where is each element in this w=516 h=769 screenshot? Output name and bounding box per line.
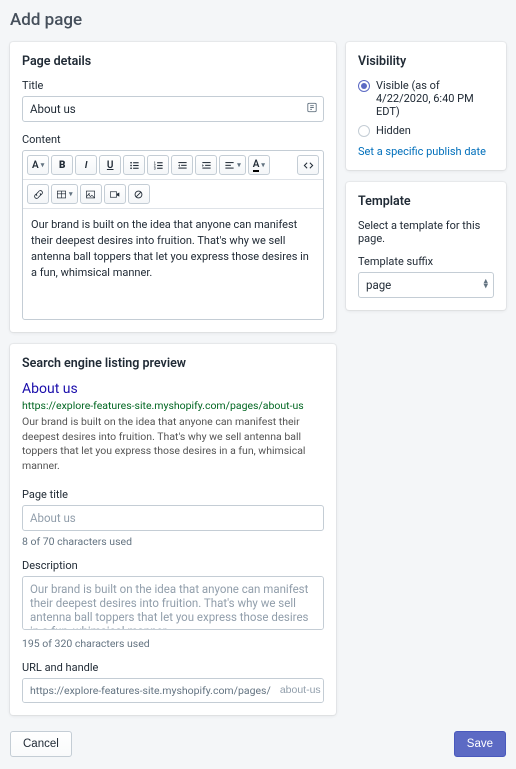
card-page-details: Page details Title Content A▾ B I U <box>10 42 336 332</box>
content-label: Content <box>22 133 324 146</box>
rte-clear-button[interactable] <box>128 184 150 204</box>
rte-image-button[interactable] <box>80 184 102 204</box>
rich-text-editor: A▾ B I U 123 ▾ A▾ ▾ <box>22 150 324 320</box>
template-heading: Template <box>358 194 494 209</box>
seo-page-title-label: Page title <box>22 488 324 501</box>
rte-link-button[interactable] <box>27 184 49 204</box>
seo-url-prefix: https://explore-features-site.myshopify.… <box>23 679 278 702</box>
publish-date-link[interactable]: Set a specific publish date <box>358 145 494 158</box>
rte-italic-button[interactable]: I <box>75 155 97 175</box>
rte-bold-button[interactable]: B <box>51 155 73 175</box>
rte-color-dropdown[interactable]: A▾ <box>248 155 270 175</box>
seo-page-title-help: 8 of 70 characters used <box>22 535 324 548</box>
dynamic-source-icon[interactable] <box>306 102 318 117</box>
seo-heading: Search engine listing preview <box>22 356 324 371</box>
cancel-button[interactable]: Cancel <box>10 731 72 757</box>
rte-video-button[interactable] <box>104 184 126 204</box>
card-template: Template Select a template for this page… <box>346 182 506 310</box>
card-visibility: Visibility Visible (as of 4/22/2020, 6:4… <box>346 42 506 170</box>
seo-preview-url: https://explore-features-site.myshopify.… <box>22 399 324 412</box>
rte-bullet-list-button[interactable] <box>123 155 145 175</box>
rte-html-button[interactable] <box>297 155 319 175</box>
seo-url-label: URL and handle <box>22 661 324 674</box>
seo-description-help: 195 of 320 characters used <box>22 637 324 650</box>
visibility-heading: Visibility <box>358 54 494 69</box>
visibility-option-hidden[interactable]: Hidden <box>358 124 494 137</box>
seo-url-input[interactable]: https://explore-features-site.myshopify.… <box>22 678 324 703</box>
save-button[interactable]: Save <box>454 731 506 757</box>
seo-url-handle-input[interactable] <box>278 679 324 702</box>
page-heading: Add page <box>10 10 506 30</box>
page-details-heading: Page details <box>22 54 324 69</box>
content-editor[interactable]: Our brand is built on the idea that anyo… <box>23 209 323 319</box>
rte-underline-button[interactable]: U <box>99 155 121 175</box>
rte-format-dropdown[interactable]: A▾ <box>27 155 49 175</box>
rte-number-list-button[interactable]: 123 <box>147 155 169 175</box>
footer: Cancel Save <box>10 731 506 757</box>
rte-toolbar: A▾ B I U 123 ▾ A▾ <box>23 151 323 180</box>
title-input[interactable] <box>22 96 324 122</box>
visibility-visible-label: Visible (as of 4/22/2020, 6:40 PM EDT) <box>376 79 494 118</box>
seo-page-title-input[interactable] <box>22 505 324 531</box>
seo-preview-title: About us <box>22 381 324 397</box>
template-suffix-select[interactable]: page ▴▾ <box>358 272 494 298</box>
visibility-option-visible[interactable]: Visible (as of 4/22/2020, 6:40 PM EDT) <box>358 79 494 118</box>
radio-icon <box>358 125 370 137</box>
rte-align-dropdown[interactable]: ▾ <box>219 155 246 175</box>
template-subtext: Select a template for this page. <box>358 219 494 245</box>
template-suffix-value: page <box>358 272 494 298</box>
visibility-hidden-label: Hidden <box>376 124 411 137</box>
rte-toolbar-row2: ▾ <box>23 180 323 209</box>
seo-description-input[interactable]: Our brand is built on the idea that anyo… <box>22 576 324 630</box>
rte-outdent-button[interactable] <box>171 155 193 175</box>
seo-preview-description: Our brand is built on the idea that anyo… <box>22 415 324 474</box>
title-label: Title <box>22 79 324 92</box>
svg-text:3: 3 <box>153 166 155 170</box>
chevron-updown-icon: ▴▾ <box>483 280 488 291</box>
template-suffix-label: Template suffix <box>358 255 494 268</box>
rte-indent-button[interactable] <box>195 155 217 175</box>
card-seo: Search engine listing preview About us h… <box>10 344 336 715</box>
rte-table-dropdown[interactable]: ▾ <box>51 184 78 204</box>
seo-description-label: Description <box>22 559 324 572</box>
radio-icon <box>358 80 370 92</box>
